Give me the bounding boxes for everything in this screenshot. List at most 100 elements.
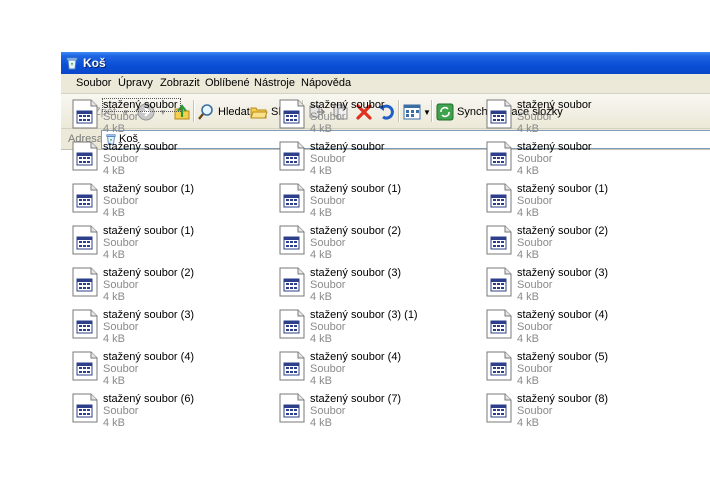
file-size: 4 kB — [310, 417, 333, 429]
menu-zobrazit[interactable]: Zobrazit — [160, 77, 200, 89]
file-item[interactable]: stažený soubor (1) Soubor 4 kB — [279, 183, 479, 223]
file-type: Soubor — [310, 195, 346, 207]
file-size: 4 kB — [103, 375, 126, 387]
file-size: 4 kB — [103, 291, 126, 303]
file-type: Soubor — [517, 279, 553, 291]
file-type: Soubor — [310, 321, 346, 333]
file-item[interactable]: stažený soubor Soubor 4 kB — [279, 99, 479, 139]
file-item[interactable]: stažený soubor (1) Soubor 4 kB — [486, 183, 686, 223]
file-name: stažený soubor (3) — [310, 267, 402, 279]
generic-file-icon — [72, 393, 98, 423]
file-size: 4 kB — [310, 123, 333, 135]
file-item[interactable]: stažený soubor (8) Soubor 4 kB — [486, 393, 686, 433]
window-title: Koš — [83, 56, 106, 70]
file-size: 4 kB — [103, 165, 126, 177]
file-item[interactable]: stažený soubor (3) (1) Soubor 4 kB — [279, 309, 479, 349]
menu-upravy[interactable]: Úpravy — [118, 77, 153, 89]
file-name: stažený soubor (2) — [517, 225, 609, 237]
file-item[interactable]: stažený soubor (2) Soubor 4 kB — [72, 267, 272, 307]
file-name: stažený soubor (3) (1) — [310, 309, 418, 321]
file-item[interactable]: stažený soubor Soubor 4 kB — [279, 141, 479, 181]
recycle-bin-icon — [65, 56, 79, 70]
file-item[interactable]: stažený soubor (6) Soubor 4 kB — [72, 393, 272, 433]
file-item[interactable]: stažený soubor (2) Soubor 4 kB — [279, 225, 479, 265]
menu-napoveda[interactable]: Nápověda — [301, 77, 351, 89]
generic-file-icon — [279, 183, 305, 213]
file-item[interactable]: stažený soubor (4) Soubor 4 kB — [279, 351, 479, 391]
file-type: Soubor — [517, 237, 553, 249]
file-size: 4 kB — [517, 123, 540, 135]
file-item[interactable]: stažený soubor Soubor 4 kB — [72, 98, 272, 139]
file-name: stažený soubor — [310, 99, 385, 111]
generic-file-icon — [486, 225, 512, 255]
file-item[interactable]: stažený soubor (3) Soubor 4 kB — [486, 267, 686, 307]
generic-file-icon — [486, 183, 512, 213]
generic-file-icon — [72, 225, 98, 255]
explorer-window: Koš Soubor Úpravy Zobrazit Oblíbené Nást… — [61, 52, 710, 479]
file-name: stažený soubor — [517, 141, 592, 153]
file-item[interactable]: stažený soubor Soubor 4 kB — [72, 141, 272, 181]
file-name: stažený soubor (1) — [310, 183, 402, 195]
file-item[interactable]: stažený soubor (3) Soubor 4 kB — [72, 309, 272, 349]
file-type: Soubor — [103, 405, 139, 417]
file-name: stažený soubor (6) — [103, 393, 195, 405]
generic-file-icon — [72, 267, 98, 297]
file-size: 4 kB — [103, 249, 126, 261]
generic-file-icon — [72, 99, 98, 129]
generic-file-icon — [72, 309, 98, 339]
file-type: Soubor — [310, 111, 346, 123]
generic-file-icon — [279, 393, 305, 423]
menu-soubor[interactable]: Soubor — [76, 77, 111, 89]
file-name: stažený soubor (2) — [310, 225, 402, 237]
file-size: 4 kB — [517, 249, 540, 261]
file-item[interactable]: stažený soubor (1) Soubor 4 kB — [72, 183, 272, 223]
title-bar[interactable]: Koš — [61, 52, 710, 74]
file-name: stažený soubor (1) — [103, 183, 195, 195]
file-size: 4 kB — [310, 333, 333, 345]
file-item[interactable]: stažený soubor (2) Soubor 4 kB — [486, 225, 686, 265]
file-type: Soubor — [517, 363, 553, 375]
file-name: stažený soubor (4) — [517, 309, 609, 321]
generic-file-icon — [72, 183, 98, 213]
file-item[interactable]: stažený soubor (5) Soubor 4 kB — [486, 351, 686, 391]
file-type: Soubor — [310, 405, 346, 417]
file-name: stažený soubor (4) — [310, 351, 402, 363]
file-item[interactable]: stažený soubor (7) Soubor 4 kB — [279, 393, 479, 433]
file-type: Soubor — [103, 363, 139, 375]
generic-file-icon — [279, 309, 305, 339]
generic-file-icon — [279, 141, 305, 171]
file-name: stažený soubor (8) — [517, 393, 609, 405]
file-type: Soubor — [103, 321, 139, 333]
menu-oblibene[interactable]: Oblíbené — [205, 77, 250, 89]
file-item[interactable]: stažený soubor Soubor 4 kB — [486, 141, 686, 181]
file-size: 4 kB — [103, 417, 126, 429]
file-type: Soubor — [517, 405, 553, 417]
file-size: 4 kB — [310, 249, 333, 261]
file-type: Soubor — [103, 195, 139, 207]
menu-bar: Soubor Úpravy Zobrazit Oblíbené Nástroje… — [61, 74, 710, 94]
generic-file-icon — [72, 141, 98, 171]
file-name: stažený soubor — [310, 141, 385, 153]
generic-file-icon — [72, 351, 98, 381]
file-size: 4 kB — [517, 207, 540, 219]
file-name: stažený soubor (2) — [103, 267, 195, 279]
file-type: Soubor — [517, 111, 553, 123]
file-item[interactable]: stažený soubor (1) Soubor 4 kB — [72, 225, 272, 265]
file-item[interactable]: stažený soubor (3) Soubor 4 kB — [279, 267, 479, 307]
file-name: stažený soubor (1) — [103, 225, 195, 237]
file-name: stažený soubor (4) — [103, 351, 195, 363]
file-item[interactable]: stažený soubor Soubor 4 kB — [486, 99, 686, 139]
menu-nastroje[interactable]: Nástroje — [254, 77, 295, 89]
file-size: 4 kB — [517, 165, 540, 177]
generic-file-icon — [486, 309, 512, 339]
file-size: 4 kB — [103, 333, 126, 345]
file-size: 4 kB — [103, 123, 126, 135]
file-item[interactable]: stažený soubor (4) Soubor 4 kB — [486, 309, 686, 349]
file-size: 4 kB — [517, 333, 540, 345]
file-name: stažený soubor (1) — [517, 183, 609, 195]
file-name: stažený soubor — [102, 98, 181, 112]
generic-file-icon — [279, 225, 305, 255]
file-type: Soubor — [310, 237, 346, 249]
file-item[interactable]: stažený soubor (4) Soubor 4 kB — [72, 351, 272, 391]
file-name: stažený soubor (5) — [517, 351, 609, 363]
